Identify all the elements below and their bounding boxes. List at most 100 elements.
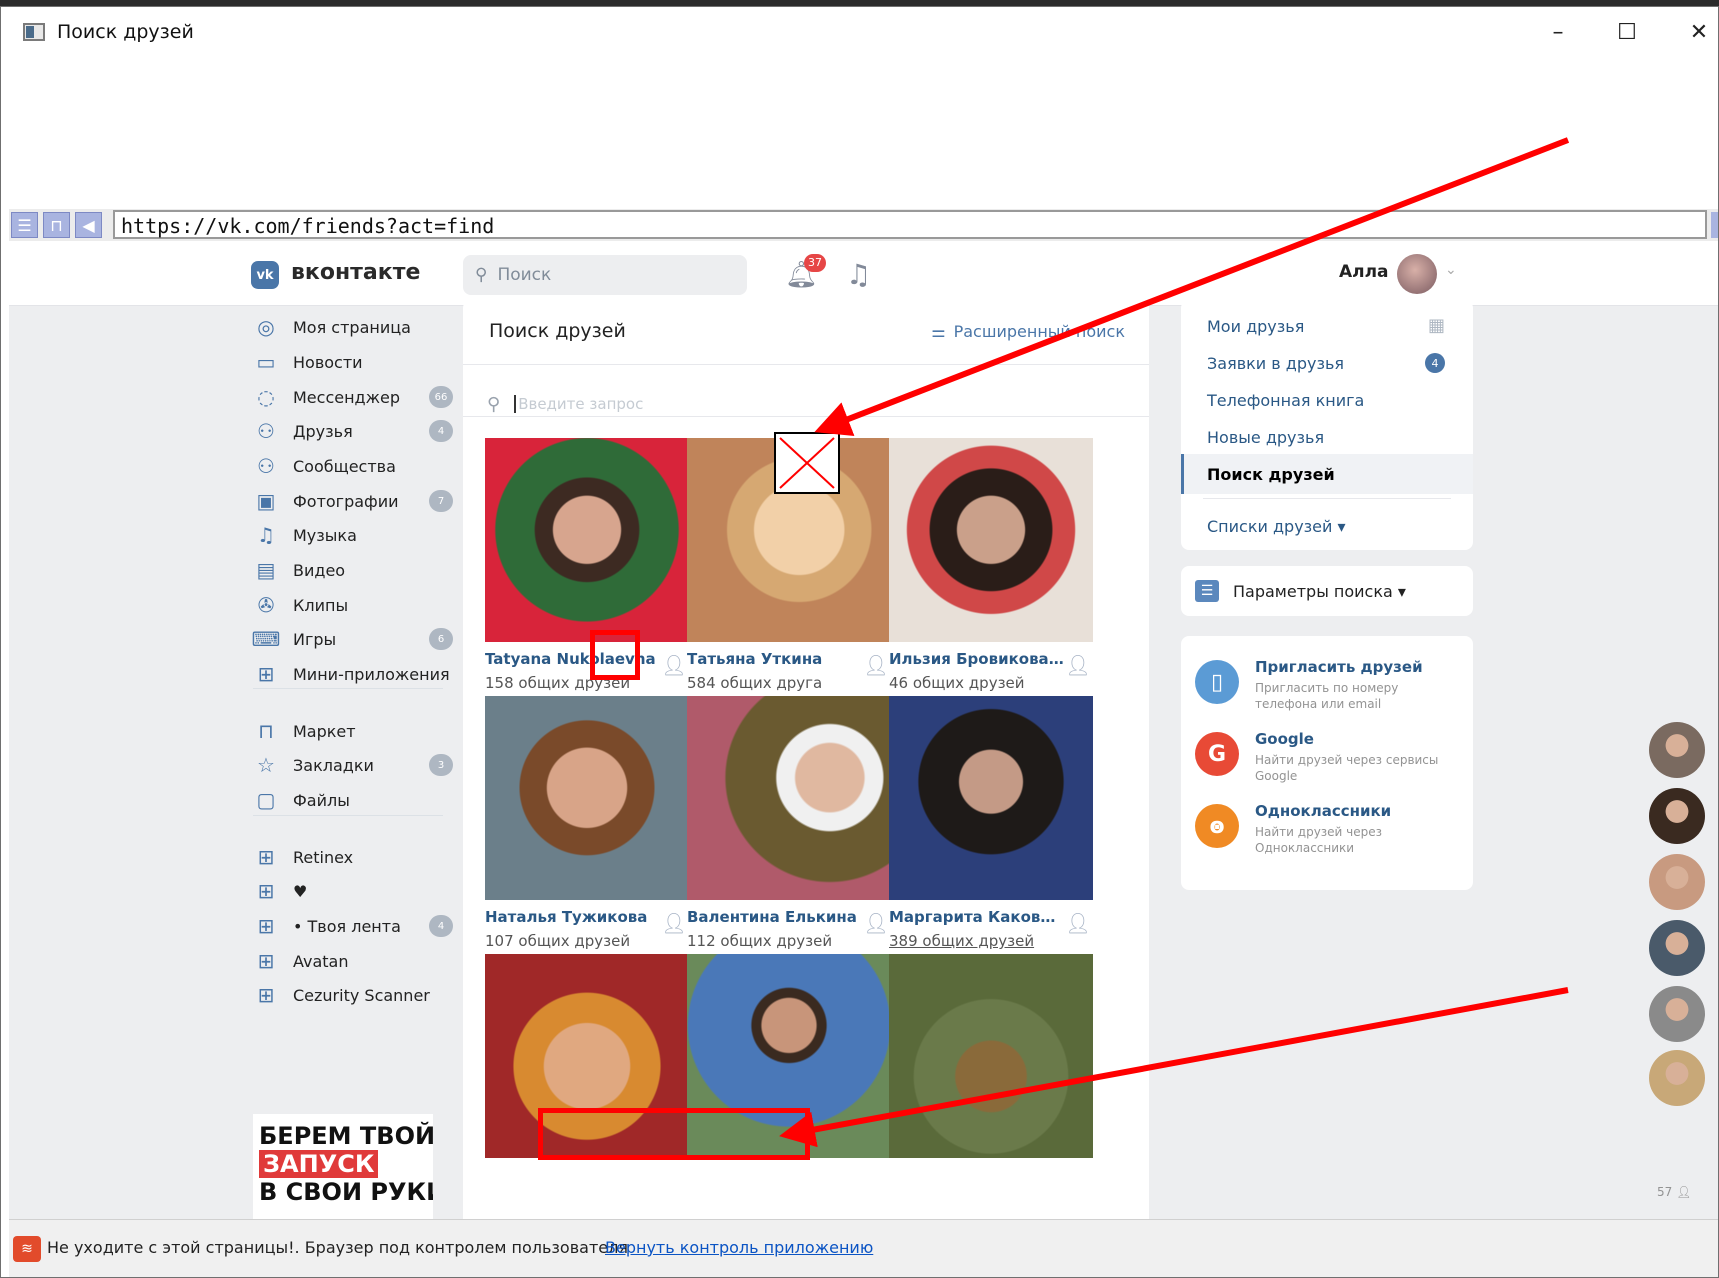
sidebar-item[interactable]: ⊞ ♥ bbox=[253, 876, 453, 906]
mutual-friends[interactable]: 584 общих друга bbox=[687, 674, 822, 692]
url-input[interactable]: https://vk.com/friends?act=find bbox=[113, 210, 1707, 239]
online-friend-avatar[interactable] bbox=[1649, 722, 1705, 778]
add-friend-icon[interactable]: 👤︎ bbox=[863, 910, 889, 936]
sidebar-item[interactable]: ☆ Закладки 3 bbox=[253, 750, 453, 780]
sidebar-item[interactable]: ⊞ Avatan bbox=[253, 946, 453, 976]
close-box-icon[interactable] bbox=[774, 432, 840, 494]
add-friend-icon[interactable]: 👤︎ bbox=[863, 652, 889, 678]
friend-name[interactable]: Татьяна Уткина bbox=[687, 650, 863, 668]
add-friend-icon[interactable]: 👤︎ bbox=[1065, 652, 1091, 678]
friend-name[interactable]: Ильзия Бровикова-Ю... bbox=[889, 650, 1065, 668]
sidebar-item-label: Фотографии bbox=[293, 491, 399, 511]
friends-menu-label: Списки друзей ▾ bbox=[1207, 516, 1346, 536]
ad-line-3: В СВОИ РУКИ bbox=[259, 1178, 433, 1206]
mutual-friends[interactable]: 46 общих друзей bbox=[889, 674, 1025, 692]
friends-menu-item[interactable]: Списки друзей ▾ bbox=[1181, 506, 1473, 546]
sidebar-item[interactable]: ⊞ Мини-приложения bbox=[253, 659, 453, 689]
online-friend-avatar[interactable] bbox=[1649, 1050, 1705, 1106]
online-friend-avatar[interactable] bbox=[1649, 920, 1705, 976]
music-note-icon[interactable]: ♫ bbox=[846, 258, 871, 291]
user-name[interactable]: Алла bbox=[1339, 262, 1389, 282]
sidebar-item[interactable]: ▭ Новости bbox=[253, 347, 453, 377]
invite-option[interactable]: ▯ Пригласить друзей Пригласить по номеру… bbox=[1195, 656, 1465, 728]
friend-name[interactable]: Валентина Елькина bbox=[687, 908, 863, 926]
highlight-add-friend bbox=[590, 630, 640, 680]
advanced-search-link[interactable]: ⚌ Расширенный поиск bbox=[931, 322, 1125, 341]
sidebar-item[interactable]: ⚇ Друзья 4 bbox=[253, 416, 453, 446]
sidebar-item[interactable]: ⊞ Retinex bbox=[253, 842, 453, 872]
header-search[interactable]: ⚲ Поиск bbox=[463, 255, 747, 295]
phone-icon: ▯ bbox=[1195, 660, 1239, 704]
go-icon[interactable] bbox=[1711, 212, 1718, 238]
page-title: Поиск друзей bbox=[489, 320, 626, 342]
vk-logo-text[interactable]: вконтакте bbox=[291, 260, 420, 285]
count-badge: 3 bbox=[429, 754, 453, 776]
sidebar-item[interactable]: ▤ Видео bbox=[253, 555, 453, 585]
online-friend-avatar[interactable] bbox=[1649, 986, 1705, 1042]
browser-window: Поиск друзей – ☐ ✕ ☰ ⊓ ◀ https://vk.com/… bbox=[0, 6, 1719, 1278]
friend-photo[interactable] bbox=[889, 438, 1093, 642]
sidebar-item[interactable]: ♫ Музыка bbox=[253, 520, 453, 550]
vk-logo-icon[interactable]: vk bbox=[251, 261, 279, 289]
invite-option[interactable]: G Google Найти друзей через сервисы Goog… bbox=[1195, 728, 1465, 800]
friends-menu-item[interactable]: Мои друзья ▦ bbox=[1181, 306, 1473, 346]
sidebar-item[interactable]: ◌ Мессенджер 66 bbox=[253, 382, 453, 412]
sidebar-item[interactable]: ⊞ • Твоя лента 4 bbox=[253, 911, 453, 941]
sidebar-item[interactable]: ▣ Фотографии 7 bbox=[253, 486, 453, 516]
ad-banner[interactable]: БЕРЕМ ТВОЙ ЗАПУСК В СВОИ РУКИ bbox=[253, 1114, 433, 1219]
minimize-button[interactable]: – bbox=[1533, 13, 1583, 51]
calendar-icon[interactable]: ▦ bbox=[1428, 315, 1445, 336]
add-friend-icon[interactable]: 👤︎ bbox=[1065, 910, 1091, 936]
invite-option[interactable]: ꙩ Одноклассники Найти друзей через Однок… bbox=[1195, 800, 1465, 872]
friends-menu-label: Заявки в друзья bbox=[1207, 353, 1345, 373]
user-avatar[interactable] bbox=[1397, 254, 1437, 294]
online-friend-avatar[interactable] bbox=[1649, 854, 1705, 910]
friends-menu-item[interactable]: Поиск друзей bbox=[1181, 454, 1473, 494]
sidebar-item[interactable]: ▢ Файлы bbox=[253, 785, 453, 815]
friend-photo[interactable] bbox=[889, 954, 1093, 1158]
sidebar-item[interactable]: ⚇ Сообщества bbox=[253, 451, 453, 481]
return-control-link[interactable]: Вернуть контроль приложению bbox=[605, 1238, 873, 1257]
menu-icon[interactable]: ☰ bbox=[11, 212, 38, 238]
chevron-down-icon[interactable]: ⌄ bbox=[1445, 262, 1457, 278]
friend-photo[interactable] bbox=[485, 438, 689, 642]
sidebar-item[interactable]: ◎ Моя страница bbox=[253, 312, 453, 342]
friend-card: Ильзия Бровикова-Ю... 46 общих друзей 👤︎ bbox=[889, 438, 1093, 698]
add-friend-icon[interactable]: 👤︎ bbox=[661, 652, 687, 678]
sidebar-item[interactable]: ✇ Клипы bbox=[253, 590, 453, 620]
sidebar-item-label: ♥ bbox=[293, 881, 308, 901]
add-friend-icon[interactable]: 👤︎ bbox=[661, 910, 687, 936]
mutual-friends[interactable]: 389 общих друзей bbox=[889, 932, 1034, 950]
sidebar-item[interactable]: ⌨ Игры 6 bbox=[252, 624, 453, 654]
search-params[interactable]: ☰ Параметры поиска ▾ bbox=[1181, 566, 1473, 616]
friend-name[interactable]: Наталья Тужикова bbox=[485, 908, 661, 926]
friends-menu-item[interactable]: Телефонная книга bbox=[1181, 380, 1473, 420]
sidebar-item[interactable]: ⊓ Маркет bbox=[253, 716, 453, 746]
mutual-friends[interactable]: 107 общих друзей bbox=[485, 932, 630, 950]
query-input[interactable] bbox=[514, 395, 1075, 413]
back-icon[interactable]: ◀ bbox=[75, 212, 102, 238]
app-icon: ⊞ bbox=[257, 949, 275, 973]
friend-photo[interactable] bbox=[889, 696, 1093, 900]
close-button[interactable]: ✕ bbox=[1674, 13, 1718, 51]
friends-menu-item[interactable]: Заявки в друзья 4 bbox=[1181, 343, 1473, 383]
friend-photo[interactable] bbox=[485, 696, 689, 900]
invite-description: Найти друзей через Одноклассники bbox=[1255, 825, 1383, 855]
friends-menu-label: Мои друзья bbox=[1207, 316, 1305, 336]
divider bbox=[253, 688, 443, 689]
home-icon[interactable]: ⊓ bbox=[43, 212, 70, 238]
notification-badge: 37 bbox=[804, 254, 826, 272]
sidebar-item-label: Клипы bbox=[293, 595, 349, 615]
friends-menu-item[interactable]: Новые друзья bbox=[1181, 417, 1473, 457]
invite-description: Пригласить по номеру телефона или email bbox=[1255, 681, 1399, 711]
search-params-row: ☰ Параметры поиска ▾ bbox=[1181, 571, 1473, 611]
sidebar-item-label: Моя страница bbox=[293, 317, 411, 337]
online-friend-avatar[interactable] bbox=[1649, 788, 1705, 844]
maximize-button[interactable]: ☐ bbox=[1602, 13, 1652, 51]
friend-name[interactable]: Маргарита Каковкина bbox=[889, 908, 1065, 926]
friend-photo[interactable] bbox=[687, 696, 891, 900]
friends-menu-label: Новые друзья bbox=[1207, 427, 1325, 447]
sidebar-item-label: Новости bbox=[293, 352, 363, 372]
mutual-friends[interactable]: 112 общих друзей bbox=[687, 932, 832, 950]
sidebar-item[interactable]: ⊞ Cezurity Scanner bbox=[253, 980, 453, 1010]
